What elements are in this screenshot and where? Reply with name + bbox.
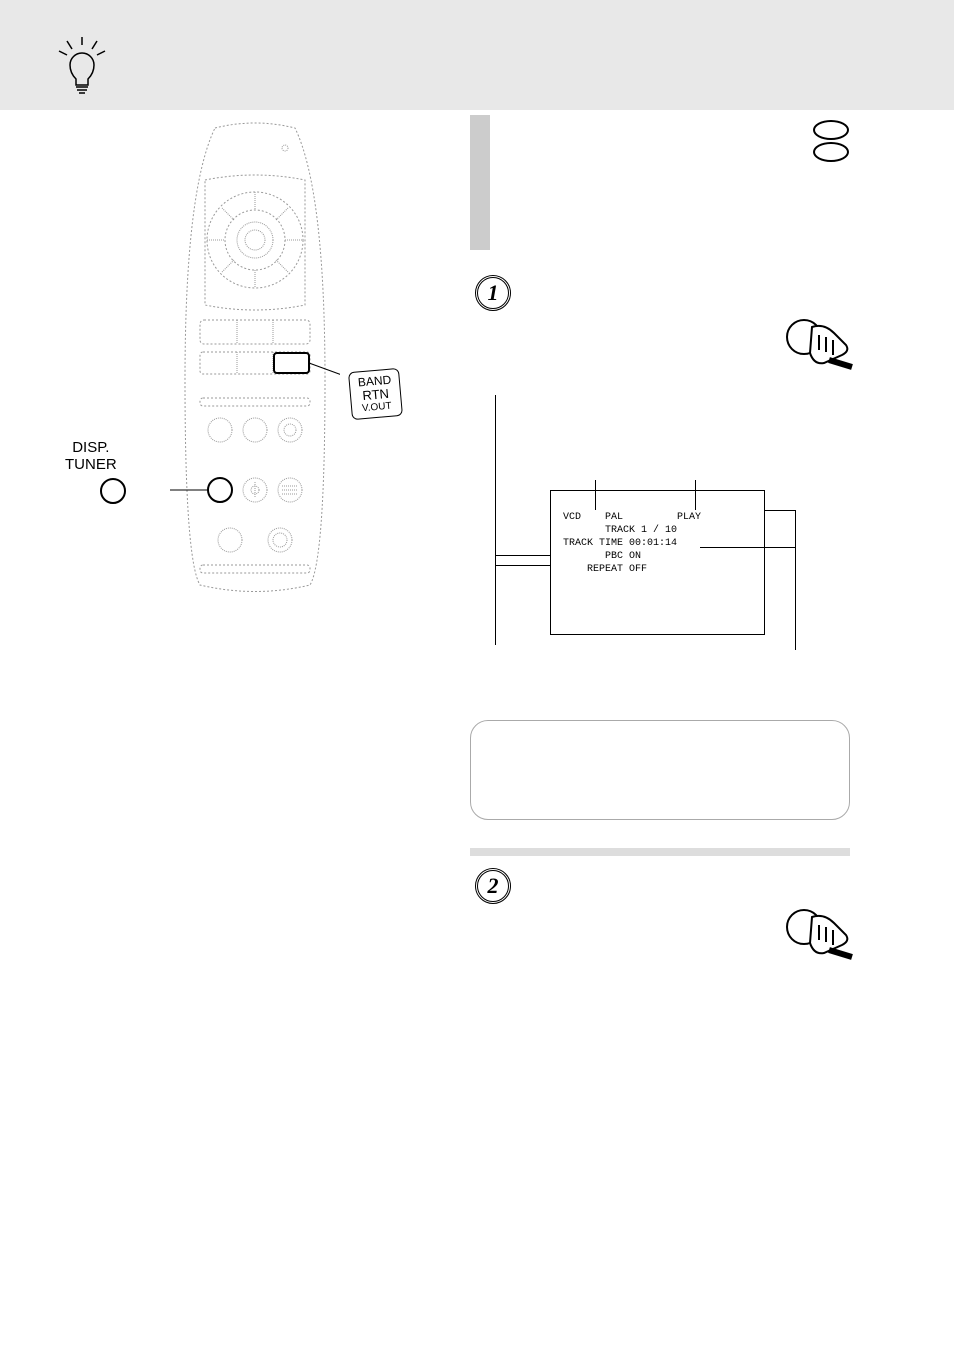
step-1-number: 1 [488,280,499,306]
note-box [470,720,850,820]
osd-screen: VCD PAL PLAY TRACK 1 / 10 TRACK TIME 00:… [550,490,765,635]
step-1-circle: 1 [475,275,511,311]
header-band [0,0,954,110]
lightbulb-icon [55,35,110,100]
leader-line [495,565,550,566]
osd-line-4: TRACK TIME 00:01:14 [563,537,752,550]
remote-control-illustration [170,120,340,605]
double-oval-icon [813,120,849,164]
step-2-number: 2 [488,873,499,899]
leader-line [795,510,796,650]
disp-text: DISP. [65,440,117,457]
tuner-text: TUNER [65,457,117,474]
band-rtn-vout-label: BAND RTN V.OUT [348,368,403,421]
section-divider [470,848,850,856]
disp-tuner-button-circle [100,478,126,504]
press-button-icon-1 [784,315,854,375]
vout-text: V.OUT [360,401,394,415]
osd-line-1: VCD PAL PLAY [563,511,752,524]
osd-line-5: PBC ON [563,550,752,563]
disp-tuner-label: DISP. TUNER [65,440,117,473]
leader-line [765,510,795,511]
osd-line-6: REPEAT OFF [563,563,752,576]
step-2-circle: 2 [475,868,511,904]
leader-line [495,395,496,645]
grey-side-bar [470,115,490,250]
osd-line-2: TRACK 1 / 10 [563,524,752,537]
press-button-icon-2 [784,905,854,965]
leader-line [495,555,550,556]
